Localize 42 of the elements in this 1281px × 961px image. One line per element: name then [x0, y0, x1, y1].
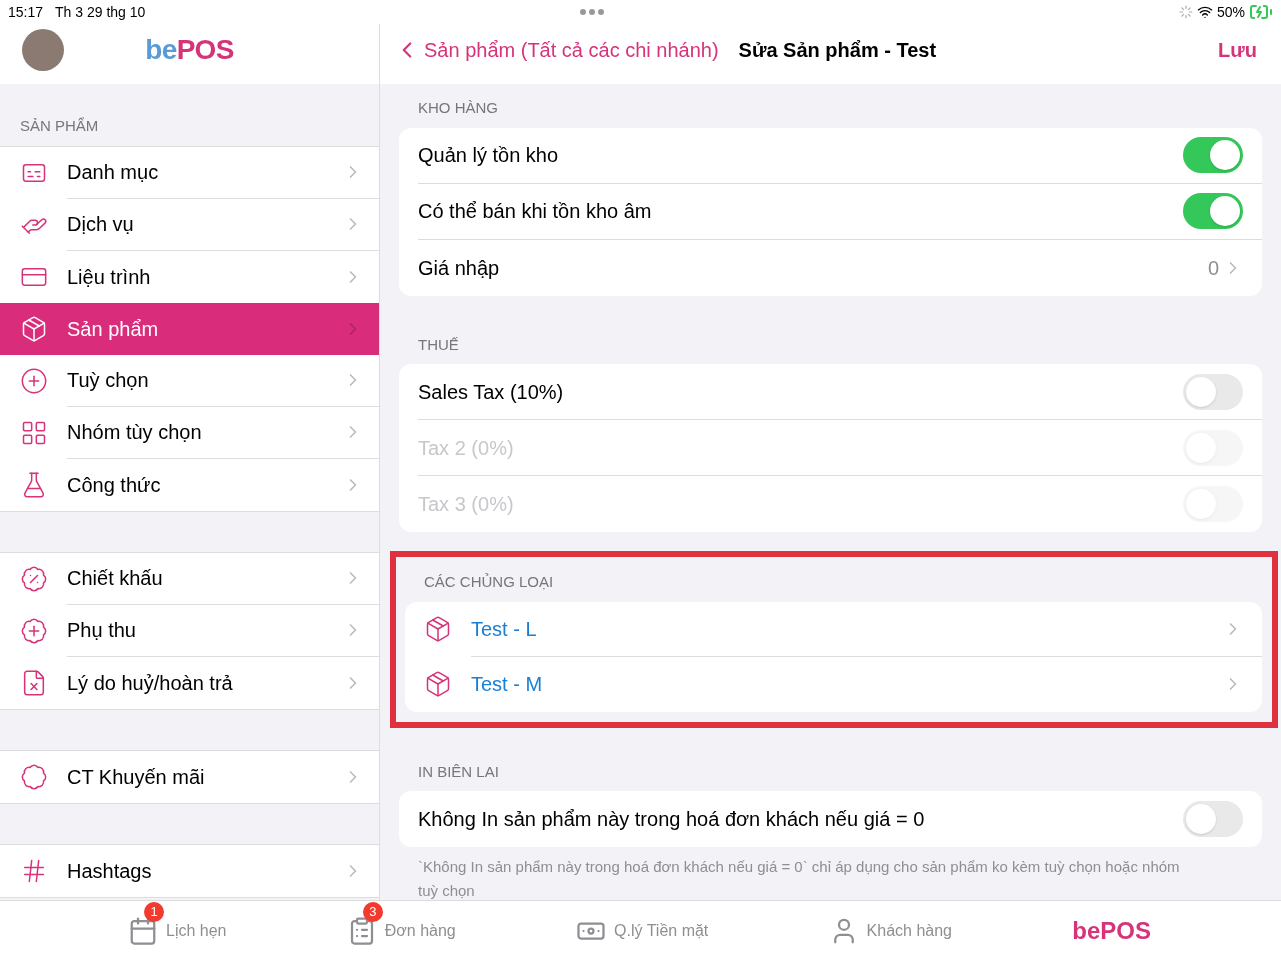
setting-label: Tax 3 (0%)	[418, 492, 515, 517]
back-button[interactable]: Sản phẩm (Tất cả các chi nhánh)	[394, 35, 719, 65]
plus-badge-icon	[20, 616, 48, 645]
setting-row[interactable]: Giá nhập 0	[399, 239, 1262, 296]
battery-percent: 50%	[1216, 2, 1245, 22]
save-button[interactable]: Lưu	[1218, 35, 1267, 65]
variant-row[interactable]: Test - M	[471, 656, 1262, 712]
toggle-switch[interactable]	[1183, 137, 1243, 173]
footnote: `Không In sản phẩm này trong hoá đơn khách nếu giá = 0` chỉ áp dụng cho sản phẩm ko kèm tuỳ chọn hoặc nhóm tuỳ chọn	[417, 857, 1181, 901]
toggle-switch[interactable]	[1183, 801, 1243, 837]
toggle-switch[interactable]	[1183, 373, 1243, 410]
section-title: IN BIÊN LAI	[417, 761, 500, 782]
setting-label: Có thể bán khi tồn kho âm	[418, 199, 653, 224]
toggle-switch[interactable]	[1183, 193, 1243, 229]
notification-badge: 1	[144, 902, 164, 922]
calendar-icon	[128, 916, 158, 946]
logo-be: be	[145, 33, 177, 67]
status-time: 15:17	[8, 2, 44, 22]
avatar[interactable]	[22, 29, 64, 71]
setting-label: Sales Tax (10%)	[418, 379, 565, 405]
logo-pos: POS	[176, 33, 234, 67]
setting-label: Quản lý tồn kho	[418, 143, 560, 168]
box-icon	[20, 314, 48, 343]
wifi-icon	[1196, 4, 1213, 20]
sidebar-item[interactable]: Sản phẩm	[0, 302, 379, 355]
setting-label: Tax 2 (0%)	[418, 435, 515, 461]
notification-badge: 3	[362, 902, 383, 922]
setting-label: Không In sản phẩm này trong hoá đơn khách nếu giá = 0	[418, 807, 926, 832]
plus-circle-icon	[20, 366, 48, 395]
section-title: CÁC CHỦNG LOẠI	[423, 572, 555, 592]
box-icon	[424, 670, 452, 698]
badge-icon	[20, 762, 48, 791]
status-date: Th 3 29 thg 10	[55, 2, 146, 22]
spinner-icon	[1178, 5, 1193, 19]
box-icon	[424, 615, 452, 643]
section-title: KHO HÀNG	[417, 98, 499, 118]
variant-row[interactable]: Test - L	[471, 601, 1262, 657]
logo-tab[interactable]: bePOS	[1072, 913, 1151, 949]
percent-badge-icon	[20, 564, 48, 593]
page-title: Sửa Sản phẩm - Test	[738, 38, 937, 63]
section-title: THUẾ	[417, 334, 460, 355]
section-title: SẢN PHẨM	[19, 116, 100, 136]
